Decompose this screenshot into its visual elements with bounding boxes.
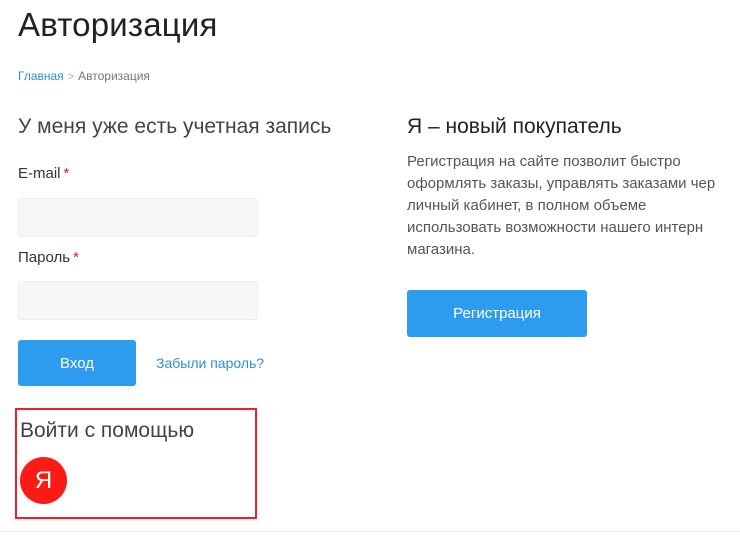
yandex-glyph: Я xyxy=(34,466,53,494)
email-input[interactable] xyxy=(18,198,258,237)
divider xyxy=(0,531,740,532)
login-button[interactable]: Вход xyxy=(18,340,136,386)
email-required-mark: * xyxy=(63,165,70,182)
breadcrumb: Главная > Авторизация xyxy=(18,69,150,83)
new-customer-title: Я – новый покупатель xyxy=(407,115,622,138)
breadcrumb-current: Авторизация xyxy=(78,69,150,83)
register-description-line: личный кабинет, в полном объеме xyxy=(407,197,647,214)
register-button[interactable]: Регистрация xyxy=(407,290,587,337)
register-description-line: использовать возможности нашего интерн xyxy=(407,219,704,236)
register-description: Регистрация на сайте позволит быстро офо… xyxy=(407,151,737,261)
breadcrumb-home-link[interactable]: Главная xyxy=(18,69,64,83)
social-login-box: Войти с помощью Я xyxy=(15,408,257,519)
login-section-title: У меня уже есть учетная запись xyxy=(18,115,332,138)
social-login-title: Войти с помощью xyxy=(20,419,195,442)
breadcrumb-chevron-icon: > xyxy=(67,71,75,83)
register-description-line: Регистрация на сайте позволит быстро xyxy=(407,153,681,170)
password-input[interactable] xyxy=(18,281,258,320)
password-label: Пароль * xyxy=(18,249,79,266)
forgot-password-link[interactable]: Забыли пароль? xyxy=(156,355,264,371)
password-label-text: Пароль xyxy=(18,249,71,266)
email-label: E-mail * xyxy=(18,165,69,182)
email-label-text: E-mail xyxy=(18,165,61,182)
password-required-mark: * xyxy=(73,249,79,266)
page-title: Авторизация xyxy=(18,6,218,43)
yandex-icon[interactable]: Я xyxy=(20,457,67,504)
register-description-line: магазина. xyxy=(407,241,476,258)
register-description-line: оформлять заказы, управлять заказами чер xyxy=(407,175,716,192)
